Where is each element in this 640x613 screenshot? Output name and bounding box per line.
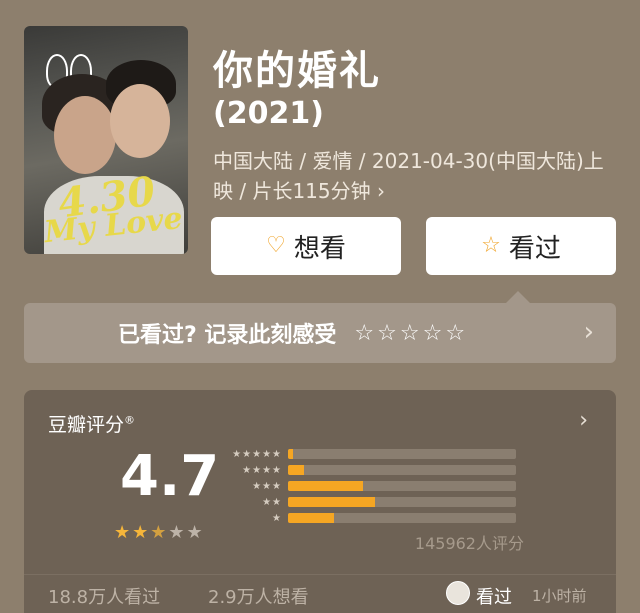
star-icon: ☆ [481,233,501,258]
distribution-row: ★★★★★ [232,448,516,460]
poster-figure-face [110,84,170,158]
distribution-track [288,497,516,507]
distribution-stars: ★ [272,512,282,524]
popover-pointer [506,291,530,303]
distribution-row: ★★★★ [232,464,516,476]
douban-rating-card[interactable]: 豆瓣评分® › 4.7 ★★★★★ ★★★★★ ★★★★ ★★★ ★★ ★ 145962… [24,390,616,613]
distribution-fill [288,481,364,491]
distribution-stars: ★★ [262,496,282,508]
rating-source-label: 豆瓣评分® [48,413,136,436]
rate-prompt-text: 已看过? 记录此刻感受 [118,323,337,348]
distribution-stars: ★★★★ [242,464,282,476]
movie-year: (2021) [213,96,324,131]
watched-button[interactable]: ☆ 看过 [426,217,616,275]
rate-stars-input[interactable]: ☆☆☆☆☆ [354,321,468,346]
distribution-row: ★ [232,512,516,524]
avatar[interactable] [446,581,470,605]
distribution-track [288,481,516,491]
rating-stars: ★★★★★ [114,522,205,543]
chevron-right-icon: › [579,408,588,433]
rating-score: 4.7 [120,444,220,509]
distribution-fill [288,497,375,507]
watched-count: 18.8万人看过 [48,587,161,608]
watched-label: 看过 [508,233,561,264]
rate-prompt-bar[interactable]: 已看过? 记录此刻感受 ☆☆☆☆☆ › [24,303,616,363]
rating-footer: 18.8万人看过 2.9万人想看 看过 1小时前 [24,574,616,610]
distribution-stars: ★★★ [252,480,282,492]
distribution-row: ★★ [232,496,516,508]
heart-plus-icon: ♡ [266,233,286,258]
distribution-row: ★★★ [232,480,516,492]
rating-count: 145962人评分 [414,534,524,553]
movie-meta-info[interactable]: 中国大陆 / 爱情 / 2021-04-30(中国大陆)上映 / 片长115分钟… [213,146,613,206]
movie-title: 你的婚礼 [213,48,381,94]
distribution-fill [288,513,334,523]
distribution-track [288,465,516,475]
distribution-fill [288,465,304,475]
friend-time: 1小时前 [532,587,587,605]
distribution-stars: ★★★★★ [232,448,282,460]
poster-figure-face [54,96,116,174]
want-to-watch-label: 想看 [293,233,346,264]
distribution-track [288,513,516,523]
chevron-right-icon: › [583,317,594,347]
movie-poster[interactable]: 4.30 My Love [24,26,188,254]
distribution-track [288,449,516,459]
want-count: 2.9万人想看 [208,587,309,608]
want-to-watch-button[interactable]: ♡ 想看 [211,217,401,275]
distribution-fill [288,449,293,459]
friend-action: 看过 [476,587,512,608]
